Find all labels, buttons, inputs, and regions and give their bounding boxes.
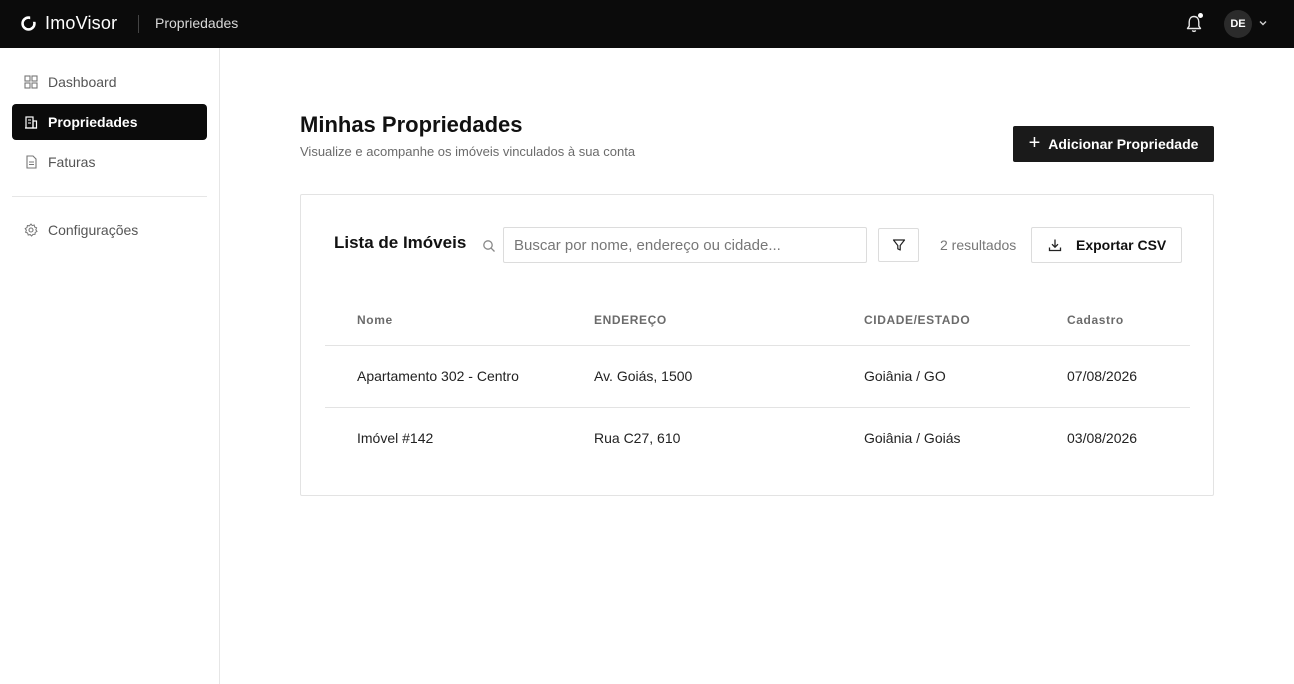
sidebar-item-label: Configurações	[48, 222, 139, 238]
row-divider	[325, 407, 1190, 408]
gear-icon	[24, 223, 38, 237]
brand[interactable]: ImoVisor	[20, 13, 117, 34]
cell-cadastro: 07/08/2026	[1067, 368, 1138, 384]
add-property-label: Adicionar Propriedade	[1048, 136, 1199, 152]
cell-endereco: Av. Goiás, 1500	[594, 368, 693, 384]
app-name: ImoVisor	[45, 13, 118, 33]
page-subtitle: Visualize e acompanhe os imóveis vincula…	[300, 144, 636, 159]
export-csv-label: Exportar CSV	[1076, 237, 1167, 253]
sidebar-item-dashboard[interactable]: Dashboard	[12, 64, 207, 100]
document-icon	[26, 155, 37, 169]
sidebar-item-propriedades[interactable]: Propriedades	[12, 104, 207, 140]
search-input[interactable]	[503, 227, 867, 263]
cell-endereco: Rua C27, 610	[594, 430, 681, 446]
filter-button[interactable]	[878, 228, 919, 262]
topbar-section-title: Propriedades	[155, 15, 239, 31]
notification-dot	[1198, 13, 1203, 18]
page-title: Minhas Propriedades	[300, 112, 523, 137]
cell-cidade: Goiânia / GO	[864, 368, 946, 384]
header-divider	[325, 345, 1190, 346]
download-icon	[1048, 239, 1062, 252]
results-count: 2 resultados	[940, 237, 1017, 253]
column-header-nome[interactable]: Nome	[357, 313, 393, 327]
cell-nome: Imóvel #142	[357, 430, 434, 446]
sidebar-item-label: Dashboard	[48, 74, 117, 90]
add-property-button[interactable]: + Adicionar Propriedade	[1013, 126, 1214, 162]
top-bar: ImoVisor Propriedades DE	[0, 0, 1294, 48]
sidebar-divider	[12, 196, 207, 197]
sidebar: Dashboard Propriedades Faturas Configura…	[0, 48, 220, 684]
building-icon	[25, 116, 38, 129]
sidebar-item-faturas[interactable]: Faturas	[12, 144, 207, 180]
cell-cidade: Goiânia / Goiás	[864, 430, 961, 446]
search-icon	[483, 240, 495, 252]
logo-icon	[21, 15, 37, 31]
sidebar-item-label: Propriedades	[48, 114, 138, 130]
plus-icon: +	[1028, 132, 1041, 154]
avatar[interactable]: DE	[1224, 10, 1252, 38]
properties-card: Lista de Imóveis 2 resultados Exportar C…	[300, 194, 1214, 496]
sidebar-item-configuracoes[interactable]: Configurações	[12, 212, 207, 248]
sidebar-item-label: Faturas	[48, 154, 96, 170]
column-header-cidade-estado[interactable]: CIDADE/ESTADO	[864, 313, 970, 327]
grid-icon	[24, 75, 38, 89]
cell-nome: Apartamento 302 - Centro	[357, 368, 519, 384]
chevron-down-icon[interactable]	[1258, 18, 1268, 28]
card-title: Lista de Imóveis	[334, 233, 467, 252]
column-header-cadastro[interactable]: Cadastro	[1067, 313, 1124, 327]
column-header-endereco[interactable]: ENDEREÇO	[594, 313, 667, 327]
topbar-divider	[138, 15, 139, 33]
filter-icon	[892, 239, 905, 251]
export-csv-button[interactable]: Exportar CSV	[1031, 227, 1182, 263]
cell-cadastro: 03/08/2026	[1067, 430, 1138, 446]
